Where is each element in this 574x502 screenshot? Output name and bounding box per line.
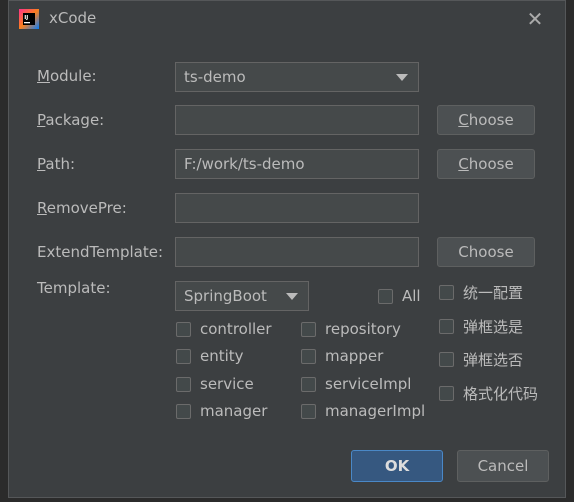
extend-template-choose-button[interactable]: Choose bbox=[437, 237, 535, 267]
ok-button[interactable]: OK bbox=[351, 450, 443, 482]
format-code-checkbox[interactable]: 格式化代码 bbox=[439, 383, 538, 404]
ide-background-strip bbox=[0, 0, 8, 502]
checkbox-box bbox=[176, 376, 191, 392]
chevron-down-icon bbox=[396, 74, 408, 81]
path-choose-button[interactable]: Choose bbox=[437, 149, 535, 179]
xcode-dialog: IJ xCode ✕ Module: ts-demo Package: Choo… bbox=[8, 0, 566, 498]
module-select-value: ts-demo bbox=[184, 68, 246, 86]
checkbox-box bbox=[301, 403, 316, 419]
template-select-value: SpringBoot bbox=[184, 287, 267, 305]
checkbox-box bbox=[176, 348, 191, 364]
package-choose-button[interactable]: Choose bbox=[437, 105, 535, 135]
controller-checkbox[interactable]: controller bbox=[176, 320, 272, 338]
cancel-button[interactable]: Cancel bbox=[457, 450, 549, 482]
close-icon[interactable]: ✕ bbox=[523, 7, 547, 31]
checkbox-box bbox=[439, 352, 454, 367]
checkbox-box bbox=[439, 285, 454, 300]
service-impl-checkbox[interactable]: serviceImpl bbox=[301, 375, 411, 393]
path-label: Path: bbox=[37, 155, 76, 173]
package-label: Package: bbox=[37, 111, 105, 129]
checkbox-box bbox=[301, 321, 316, 337]
template-select[interactable]: SpringBoot bbox=[175, 281, 309, 311]
repository-checkbox[interactable]: repository bbox=[301, 320, 401, 338]
extend-template-label: ExtendTemplate: bbox=[37, 243, 163, 261]
checkbox-box bbox=[176, 403, 191, 419]
popup-no-checkbox[interactable]: 弹框选否 bbox=[439, 349, 523, 370]
package-input[interactable] bbox=[175, 105, 419, 135]
manager-impl-checkbox[interactable]: managerImpl bbox=[301, 402, 425, 420]
remove-pre-label: RemovePre: bbox=[37, 199, 127, 217]
checkbox-box bbox=[439, 319, 454, 334]
service-checkbox[interactable]: service bbox=[176, 375, 254, 393]
popup-yes-checkbox[interactable]: 弹框选是 bbox=[439, 316, 523, 337]
checkbox-box bbox=[301, 376, 316, 392]
checkbox-box bbox=[176, 321, 191, 337]
template-label: Template: bbox=[37, 279, 111, 297]
title-bar: IJ xCode ✕ bbox=[9, 1, 565, 37]
all-checkbox[interactable]: All bbox=[378, 287, 421, 305]
mapper-checkbox[interactable]: mapper bbox=[301, 347, 383, 365]
extend-template-input[interactable] bbox=[175, 237, 419, 267]
unified-config-checkbox[interactable]: 统一配置 bbox=[439, 282, 523, 303]
checkbox-box bbox=[378, 288, 393, 304]
checkbox-box bbox=[439, 386, 454, 401]
remove-pre-input[interactable] bbox=[175, 193, 419, 223]
chevron-down-icon bbox=[286, 293, 298, 300]
entity-checkbox[interactable]: entity bbox=[176, 347, 244, 365]
checkbox-box bbox=[301, 348, 316, 364]
intellij-icon: IJ bbox=[19, 9, 39, 29]
path-input[interactable]: F:/work/ts-demo bbox=[175, 149, 419, 179]
module-select[interactable]: ts-demo bbox=[175, 62, 419, 92]
module-label: Module: bbox=[37, 67, 97, 85]
manager-checkbox[interactable]: manager bbox=[176, 402, 267, 420]
dialog-title: xCode bbox=[49, 9, 97, 27]
svg-text:IJ: IJ bbox=[24, 15, 28, 21]
